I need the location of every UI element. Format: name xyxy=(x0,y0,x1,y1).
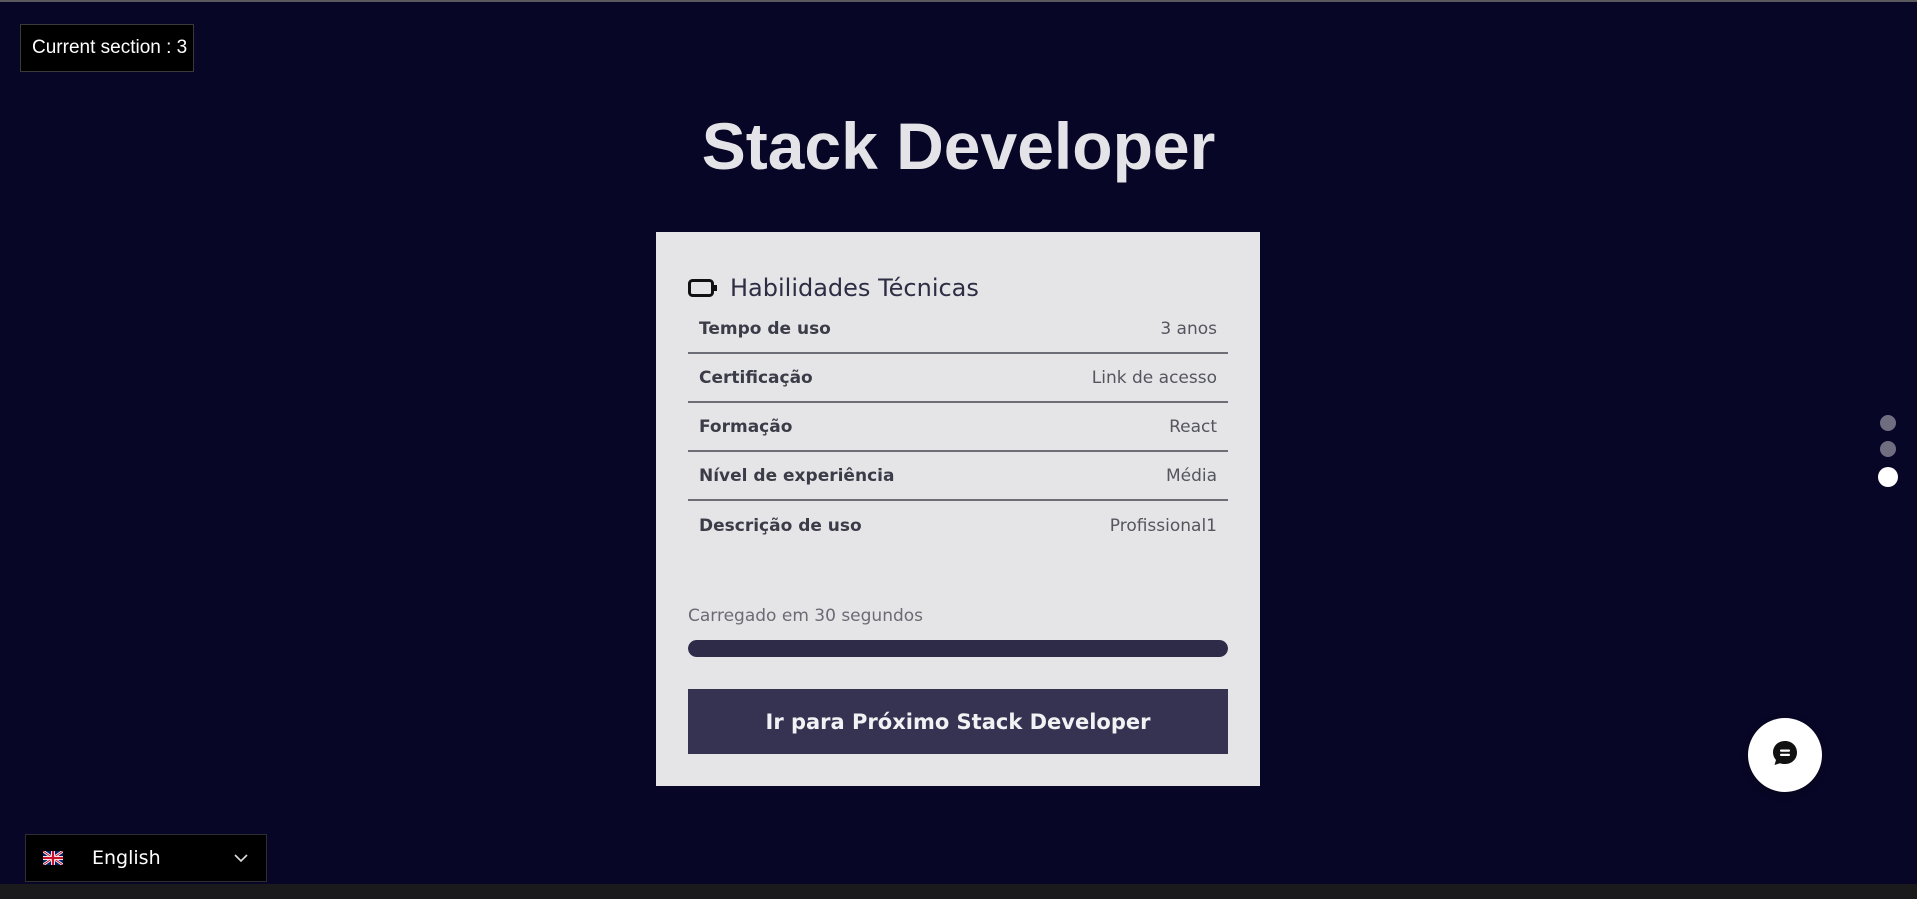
progress-fill xyxy=(688,640,1228,657)
table-row: Descrição de uso Profissional1 xyxy=(688,501,1228,550)
section-nav-dots xyxy=(1878,415,1898,497)
row-value: Média xyxy=(1165,465,1217,486)
card-title: Habilidades Técnicas xyxy=(730,274,979,302)
row-value: 3 anos xyxy=(1160,318,1217,339)
row-value: React xyxy=(1169,416,1217,437)
bottom-strip xyxy=(0,884,1917,899)
chevron-down-icon xyxy=(234,853,266,863)
next-stack-developer-button[interactable]: Ir para Próximo Stack Developer xyxy=(688,689,1228,754)
row-value: Link de acesso xyxy=(1091,367,1217,388)
card-header: Habilidades Técnicas xyxy=(688,268,979,308)
section-dot-3[interactable] xyxy=(1878,467,1898,487)
top-border xyxy=(0,0,1917,2)
load-time-text: Carregado em 30 segundos xyxy=(688,606,924,626)
page-title: Stack Developer xyxy=(701,109,1216,183)
table-row: Tempo de uso 3 anos xyxy=(688,305,1228,354)
section-dot-1[interactable] xyxy=(1880,415,1896,431)
skills-table: Tempo de uso 3 anos Certificação Link de… xyxy=(688,305,1228,550)
row-label: Tempo de uso xyxy=(699,318,831,339)
progress-bar xyxy=(688,640,1228,657)
row-label: Nível de experiência xyxy=(699,465,895,486)
section-dot-2[interactable] xyxy=(1880,441,1896,457)
row-label: Descrição de uso xyxy=(699,515,862,536)
chat-button[interactable] xyxy=(1748,718,1822,792)
table-row: Certificação Link de acesso xyxy=(688,354,1228,403)
table-row: Nível de experiência Média xyxy=(688,452,1228,501)
current-section-indicator: Current section : 3 xyxy=(20,24,194,72)
uk-flag-icon xyxy=(26,851,63,865)
battery-icon xyxy=(688,279,718,297)
skills-card: Habilidades Técnicas Tempo de uso 3 anos… xyxy=(656,232,1260,786)
language-label: English xyxy=(92,847,161,869)
language-selector[interactable]: English xyxy=(25,834,267,882)
row-label: Certificação xyxy=(699,367,813,388)
table-row: Formação React xyxy=(688,403,1228,452)
row-value: Profissional1 xyxy=(1109,515,1217,536)
chat-bubble-icon xyxy=(1770,738,1800,773)
current-section-label: Current section : 3 xyxy=(32,37,188,58)
row-label: Formação xyxy=(699,416,793,437)
